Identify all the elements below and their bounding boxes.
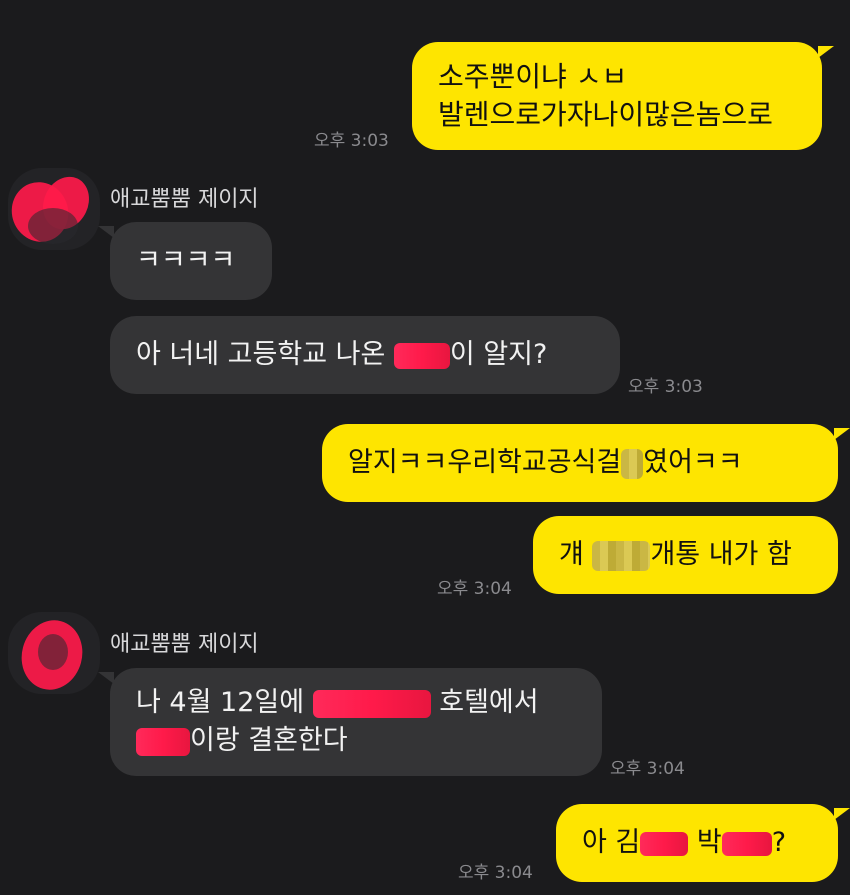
bubble-tail: [98, 226, 114, 238]
my-message-bubble[interactable]: 걔 개통 내가 함: [533, 516, 838, 594]
bubble-tail: [834, 428, 850, 440]
their-message-bubble[interactable]: ㅋㅋㅋㅋ: [110, 222, 272, 300]
their-message-bubble[interactable]: 아 너네 고등학교 나온 이 알지?: [110, 316, 620, 394]
their-message-bubble[interactable]: 나 4월 12일에 호텔에서 이랑 결혼한다: [110, 668, 602, 776]
message-text: 이랑 결혼한다: [190, 725, 348, 756]
my-message-bubble[interactable]: 소주뿐이냐 ㅅㅂ 발렌으로가자나이많은놈으로: [412, 42, 822, 150]
message-text: ?: [771, 827, 787, 858]
sender-name: 애교뿜뿜 제이지: [110, 187, 259, 212]
timestamp: 오후 3:04: [458, 863, 533, 883]
sender-name: 애교뿜뿜 제이지: [110, 632, 259, 657]
message-text: 아 너네 고등학교 나온: [136, 339, 394, 370]
message-text: 개통 내가 함: [650, 539, 792, 570]
censored-word: [592, 540, 651, 571]
sender-avatar[interactable]: [8, 612, 100, 694]
message-text: ㅋㅋㅋㅋ: [136, 245, 236, 276]
my-message-bubble[interactable]: 아 김 박?: [556, 804, 838, 882]
timestamp: 오후 3:03: [314, 131, 389, 151]
message-text: 박: [688, 827, 722, 858]
sender-avatar[interactable]: [8, 168, 100, 250]
censored-hotel-name: [312, 689, 431, 718]
censored-word: [621, 448, 644, 479]
message-text: 였어ㅋㅋ: [643, 447, 743, 478]
message-text: 이 알지?: [449, 339, 548, 370]
censored-name: [721, 831, 772, 856]
chat-view[interactable]: 소주뿐이냐 ㅅㅂ 발렌으로가자나이많은놈으로 오후 3:03 애교뿜뿜 제이지 …: [0, 0, 850, 895]
message-text: 호텔에서: [430, 687, 539, 718]
message-text: 아 김: [582, 827, 641, 858]
timestamp: 오후 3:03: [628, 377, 703, 397]
censored-name: [640, 831, 689, 856]
timestamp: 오후 3:04: [437, 579, 512, 599]
message-text: 걔: [559, 539, 593, 570]
bubble-tail: [834, 808, 850, 820]
censored-name: [393, 342, 450, 369]
censored-name: [136, 727, 190, 756]
my-message-bubble[interactable]: 알지ㅋㅋ우리학교공식걸 였어ㅋㅋ: [322, 424, 838, 502]
bubble-tail: [98, 672, 114, 684]
message-text: 알지ㅋㅋ우리학교공식걸: [348, 447, 622, 478]
message-line: 발렌으로가자나이많은놈으로: [438, 98, 773, 131]
timestamp: 오후 3:04: [610, 759, 685, 779]
bubble-tail: [818, 46, 834, 58]
message-line: 소주뿐이냐 ㅅㅂ: [438, 60, 628, 93]
message-text: 나 4월 12일에: [136, 687, 313, 718]
